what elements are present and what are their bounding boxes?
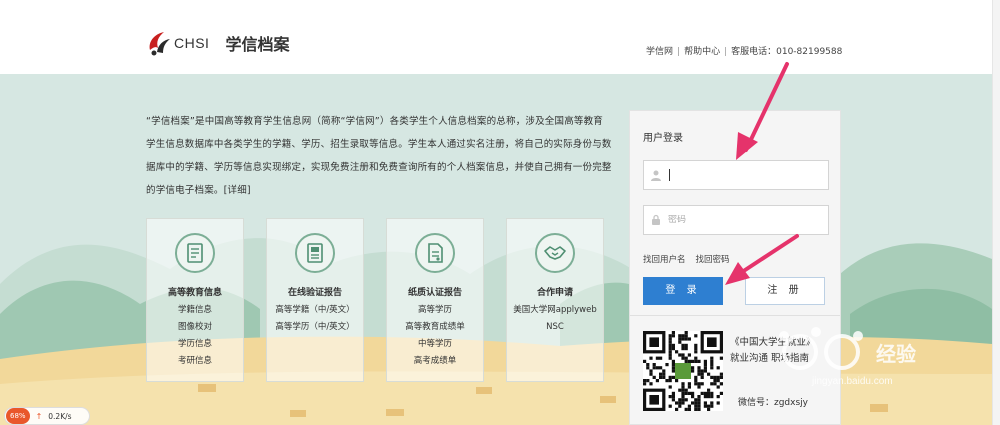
username-input[interactable] — [670, 170, 820, 180]
forgot-username-link[interactable]: 找回用户名 — [643, 255, 686, 265]
intro-more-link[interactable]: [详细] — [224, 185, 251, 196]
card-link[interactable]: 考研信息 — [147, 353, 243, 370]
paper-report-icon — [415, 233, 455, 273]
lock-icon — [652, 214, 660, 225]
site-logo[interactable]: CHSI 学信档案 — [146, 26, 289, 60]
service-cards: 高等教育信息 学籍信息 图像校对 学历信息 考研信息 在线验证报告 高等学籍（中… — [146, 218, 626, 382]
card-title: 纸质认证报告 — [407, 288, 462, 298]
page-scrollbar[interactable] — [992, 0, 1000, 425]
upload-arrow-icon: ↑ — [35, 411, 43, 421]
login-button[interactable]: 登 录 — [643, 277, 723, 305]
card-online-verification[interactable]: 在线验证报告 高等学籍（中/英文） 高等学历（中/英文） — [266, 218, 364, 382]
report-icon — [295, 233, 335, 273]
top-links: 学信网 | 帮助中心 | 客服电话：010-82199588 — [646, 44, 842, 57]
card-link[interactable]: 图像校对 — [147, 319, 243, 336]
password-input[interactable] — [668, 215, 818, 225]
speed-value: 0.2K/s — [48, 411, 72, 421]
register-button[interactable]: 注 册 — [745, 277, 825, 305]
card-link[interactable]: NSC — [507, 319, 603, 336]
network-speed-widget[interactable]: 68% ↑ 0.2K/s — [4, 407, 90, 425]
card-paper-certification[interactable]: 纸质认证报告 高等学历 高等教育成绩单 中等学历 高考成绩单 — [386, 218, 484, 382]
panel-divider — [630, 315, 840, 316]
link-chsi[interactable]: 学信网 — [646, 47, 673, 57]
handshake-icon — [535, 233, 575, 273]
card-link[interactable]: 高等教育成绩单 — [387, 319, 483, 336]
baidu-watermark-icon — [779, 327, 863, 370]
card-link[interactable]: 中等学历 — [387, 336, 483, 353]
intro-text: “学信档案”是中国高等教育学生信息网（简称“学信网”）各类学生个人信息档案的总称… — [146, 116, 612, 196]
forgot-links: 找回用户名 找回密码 — [643, 253, 740, 265]
card-link[interactable]: 高等学历（中/英文） — [267, 319, 363, 336]
site-title: 学信档案 — [225, 35, 290, 54]
forgot-password-link[interactable]: 找回密码 — [696, 255, 730, 265]
card-title: 高等教育信息 — [167, 288, 222, 298]
password-field[interactable] — [643, 205, 829, 235]
card-link[interactable]: 高等学历 — [387, 302, 483, 319]
user-icon — [651, 170, 661, 181]
site-header: CHSI 学信档案 学信网 | 帮助中心 | 客服电话：010-82199588 — [0, 0, 1000, 74]
link-separator: | — [724, 47, 728, 57]
wechat-qr-code — [643, 331, 723, 411]
card-higher-education-info[interactable]: 高等教育信息 学籍信息 图像校对 学历信息 考研信息 — [146, 218, 244, 382]
speed-percent: 68% — [6, 408, 30, 424]
card-cooperation[interactable]: 合作申请 美国大学网applyweb NSC — [506, 218, 604, 382]
link-help-center[interactable]: 帮助中心 — [684, 47, 720, 57]
link-separator: | — [677, 47, 681, 57]
card-link[interactable]: 高考成绩单 — [387, 353, 483, 370]
card-link[interactable]: 美国大学网applyweb — [507, 302, 603, 319]
card-title: 在线验证报告 — [287, 288, 342, 298]
chsi-logo-icon — [146, 28, 172, 58]
watermark-brand: 经验 — [876, 342, 916, 366]
login-title: 用户登录 — [643, 133, 683, 144]
certificate-icon — [175, 233, 215, 273]
card-title: 合作申请 — [536, 288, 573, 298]
card-link[interactable]: 高等学籍（中/英文） — [267, 302, 363, 319]
hotline-text: 客服电话：010-82199588 — [731, 47, 843, 57]
intro-paragraph: “学信档案”是中国高等教育学生信息网（简称“学信网”）各类学生个人信息档案的总称… — [146, 110, 612, 202]
watermark-url: jingyan.baidu.com — [812, 376, 893, 387]
logo-text: CHSI — [174, 35, 210, 51]
card-link[interactable]: 学籍信息 — [147, 302, 243, 319]
username-field[interactable] — [643, 160, 829, 190]
card-link[interactable]: 学历信息 — [147, 336, 243, 353]
